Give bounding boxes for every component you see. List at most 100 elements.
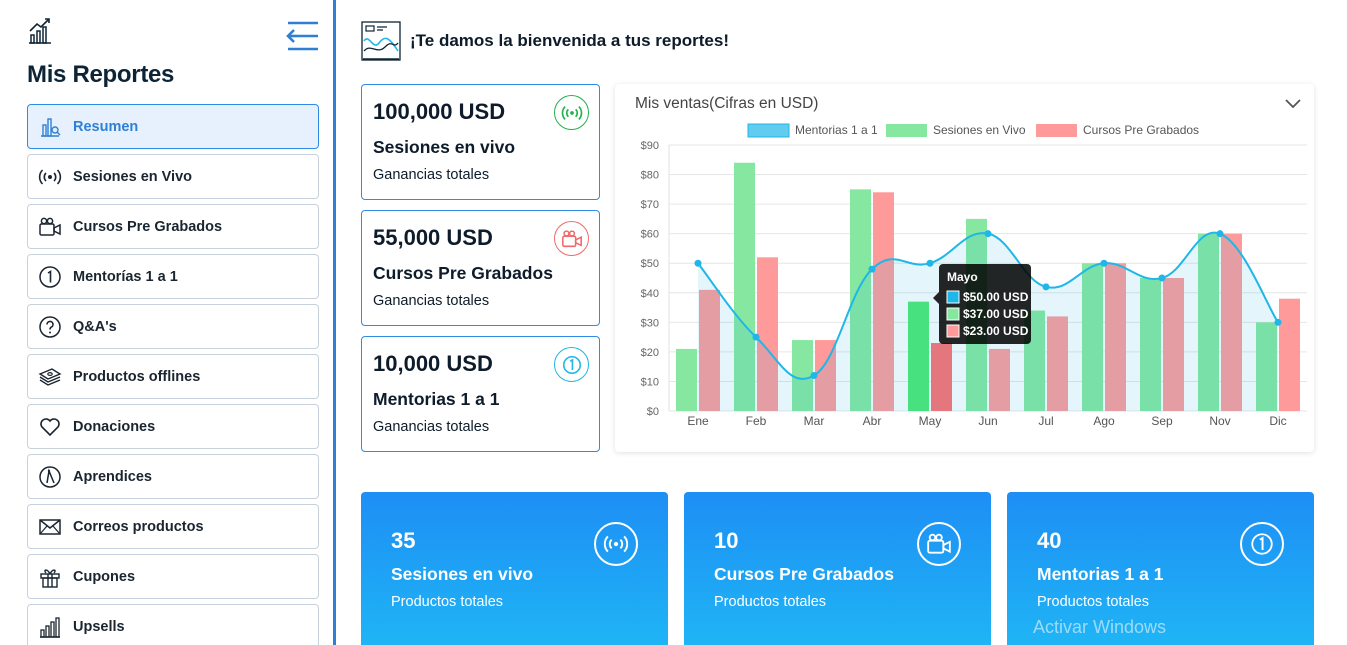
broadcast-icon	[554, 95, 589, 130]
sidebar-item-cursos-pre-grabados[interactable]: Cursos Pre Grabados	[27, 204, 319, 249]
legend-swatch	[886, 124, 927, 137]
line-point	[926, 259, 934, 267]
stat-subtitle: Ganancias totales	[373, 167, 490, 183]
compass-icon	[38, 465, 62, 489]
sidebar-item-aprendices[interactable]: Aprendices	[27, 454, 319, 499]
line-point	[810, 372, 818, 380]
y-tick-label: $30	[641, 317, 659, 329]
gift-icon	[38, 565, 62, 589]
bar-sesiones	[676, 348, 697, 411]
sidebar-item-label: Correos productos	[73, 518, 204, 535]
number-one-icon	[1240, 522, 1284, 566]
total-subtitle: Productos totales	[1037, 594, 1150, 610]
money-icon	[38, 365, 62, 389]
number-one-icon	[38, 265, 62, 289]
windows-activation-watermark: Activar Windows	[1033, 617, 1167, 637]
bar-chart-icon	[38, 615, 62, 639]
sidebar-item-sesiones-en-vivo[interactable]: Sesiones en Vivo	[27, 154, 319, 199]
y-tick-label: $0	[647, 406, 659, 418]
broadcast-icon	[38, 165, 62, 189]
chevron-down-icon[interactable]	[1284, 96, 1302, 112]
stat-amount: 100,000 USD	[373, 99, 506, 124]
chart-title: Mis ventas(Cifras en USD)	[635, 95, 819, 112]
total-card-sesiones: 35 Sesiones en vivo Productos totales	[361, 492, 668, 645]
total-name: Mentorias 1 a 1	[1037, 564, 1164, 584]
sidebar-item-label: Sesiones en Vivo	[73, 168, 193, 185]
sidebar-item-label: Upsells	[73, 618, 125, 635]
x-tick-label: Jun	[978, 414, 997, 428]
sidebar-item-upsells[interactable]: Upsells	[27, 604, 319, 645]
stat-subtitle: Ganancias totales	[373, 419, 490, 435]
report-illustration-icon	[361, 21, 401, 61]
sidebar-item-label: Cursos Pre Grabados	[73, 218, 223, 235]
total-subtitle: Productos totales	[391, 594, 504, 610]
sidebar-item-resumen[interactable]: Resumen	[27, 104, 319, 149]
welcome-heading: ¡Te damos la bienvenida a tus reportes!	[410, 31, 729, 50]
video-camera-icon	[554, 221, 589, 256]
legend-label: Mentorias 1 a 1	[795, 123, 878, 137]
envelope-icon	[38, 515, 62, 539]
sidebar: Mis Reportes Resumen Sesiones en Vivo Cu…	[0, 0, 335, 645]
sidebar-item-label: Cupones	[73, 568, 136, 585]
video-camera-icon	[917, 522, 961, 566]
y-tick-label: $60	[641, 229, 659, 241]
broadcast-icon	[594, 522, 638, 566]
sidebar-item-correos-productos[interactable]: Correos productos	[27, 504, 319, 549]
y-tick-label: $80	[641, 170, 659, 182]
x-tick-label: Dic	[1269, 414, 1286, 428]
total-subtitle: Productos totales	[714, 594, 827, 610]
line-point	[1274, 318, 1282, 326]
legend-swatch	[747, 123, 790, 138]
stat-card-sesiones: 100,000 USD Sesiones en vivo Ganancias t…	[361, 84, 600, 200]
x-tick-label: Abr	[863, 414, 882, 428]
bar-cursos	[1279, 298, 1300, 411]
sidebar-item-label: Mentorías 1 a 1	[73, 268, 178, 285]
sidebar-item-label: Resumen	[73, 118, 139, 135]
tooltip-swatch	[946, 290, 960, 304]
line-point	[868, 265, 876, 273]
sidebar-item-mentorias[interactable]: Mentorías 1 a 1	[27, 254, 319, 299]
sidebar-item-donaciones[interactable]: Donaciones	[27, 404, 319, 449]
tooltip-swatch	[946, 324, 960, 338]
legend-swatch	[1036, 124, 1077, 137]
line-point	[1216, 230, 1224, 238]
total-count: 40	[1037, 528, 1062, 553]
total-card-cursos: 10 Cursos Pre Grabados Productos totales	[684, 492, 991, 645]
line-point	[1158, 274, 1166, 282]
stat-amount: 55,000 USD	[373, 225, 493, 250]
legend-label: Sesiones en Vivo	[933, 123, 1026, 137]
stat-name: Sesiones en vivo	[373, 137, 516, 157]
tooltip-value: $23.00 USD	[963, 324, 1029, 338]
y-tick-label: $70	[641, 199, 659, 211]
x-tick-label: May	[919, 414, 942, 428]
legend-label: Cursos Pre Grabados	[1083, 123, 1199, 137]
y-tick-label: $40	[641, 288, 659, 300]
x-tick-label: Sep	[1151, 414, 1173, 428]
sidebar-item-qa[interactable]: Q&A's	[27, 304, 319, 349]
line-point	[1100, 259, 1108, 267]
line-point	[984, 230, 992, 238]
sidebar-item-productos-offlines[interactable]: Productos offlines	[27, 354, 319, 399]
stat-card-cursos: 55,000 USD Cursos Pre Grabados Ganancias…	[361, 210, 600, 326]
x-tick-label: Nov	[1209, 414, 1230, 428]
video-camera-icon	[38, 215, 62, 239]
tooltip-value: $50.00 USD	[963, 290, 1029, 304]
total-name: Sesiones en vivo	[391, 564, 534, 584]
stat-card-mentorias: 10,000 USD Mentorias 1 a 1 Ganancias tot…	[361, 336, 600, 452]
sidebar-item-label: Donaciones	[73, 418, 156, 435]
chart-icon	[38, 115, 62, 139]
heart-icon	[38, 415, 62, 439]
x-tick-label: Ago	[1093, 414, 1115, 428]
collapse-sidebar-button[interactable]	[284, 20, 320, 52]
sidebar-menu: Resumen Sesiones en Vivo Cursos Pre Grab…	[27, 104, 319, 645]
x-tick-label: Feb	[746, 414, 767, 428]
tooltip-value: $37.00 USD	[963, 307, 1029, 321]
total-count: 35	[391, 528, 416, 553]
app-root: Mis Reportes Resumen Sesiones en Vivo Cu…	[0, 0, 1347, 645]
sidebar-item-label: Aprendices	[73, 468, 152, 485]
sidebar-item-label: Productos offlines	[73, 368, 201, 385]
sidebar-item-cupones[interactable]: Cupones	[27, 554, 319, 599]
brand-chart-icon	[29, 18, 51, 44]
line-point	[1042, 283, 1050, 291]
sidebar-item-label: Q&A's	[73, 318, 117, 335]
